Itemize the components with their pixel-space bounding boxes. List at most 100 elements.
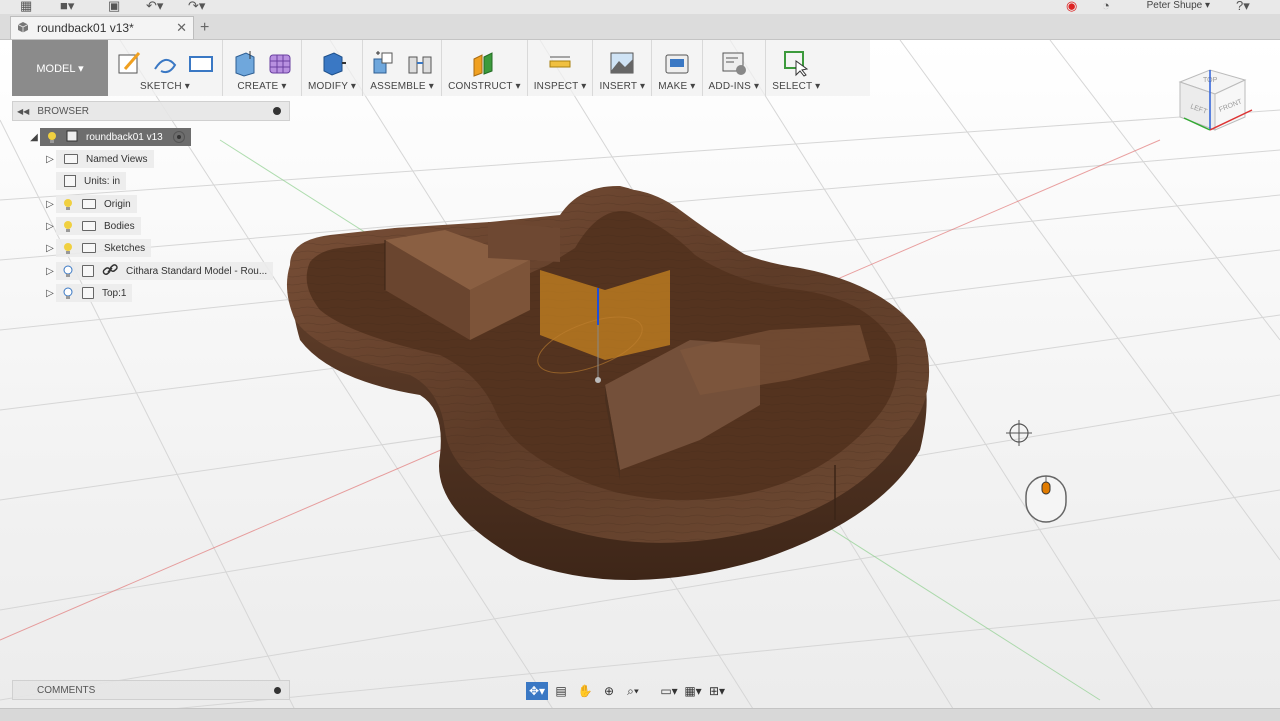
extrude-icon[interactable] <box>229 48 259 78</box>
browser-root-item[interactable]: ◢ roundback01 v13 <box>28 128 191 146</box>
user-name[interactable]: Peter Shupe ▾ <box>1147 0 1210 11</box>
help-icon[interactable]: ?▾ <box>1236 0 1250 14</box>
bottom-status-bar <box>0 708 1280 721</box>
ground-grid <box>0 40 1280 708</box>
document-title: roundback01 v13* <box>37 21 134 35</box>
browser-item-named-views[interactable]: ▷ Named Views <box>44 150 154 168</box>
rectangle-icon[interactable] <box>186 48 216 78</box>
folder-icon <box>64 154 78 164</box>
sketch-group[interactable]: SKETCH ▾ <box>108 40 223 96</box>
guitar-body-model <box>286 185 930 581</box>
zoom-window-icon[interactable]: ⌕▾ <box>622 682 644 700</box>
create-sketch-icon[interactable] <box>114 48 144 78</box>
collapse-panel-icon[interactable]: ◀◀ <box>17 107 29 116</box>
mouse-middle-button-icon <box>1024 474 1068 529</box>
select-group[interactable]: SELECT ▾ <box>766 40 826 96</box>
visibility-bulb-icon[interactable] <box>62 242 74 254</box>
browser-item-top-component[interactable]: ▷ Top:1 <box>44 284 133 302</box>
scripts-addins-icon[interactable] <box>719 48 749 78</box>
undo-icon[interactable]: ↶▾ <box>146 0 163 14</box>
pan-icon[interactable]: ✋ <box>574 682 596 700</box>
browser-item-linked-component[interactable]: ▷ Cithara Standard Model - Rou... <box>44 262 274 280</box>
browser-item-units[interactable]: Units: in <box>56 172 127 190</box>
document-tab-bar: roundback01 v13* ✕ + <box>0 14 1280 40</box>
history-icon[interactable]: ◔ <box>1102 0 1110 13</box>
offset-plane-icon[interactable] <box>469 48 499 78</box>
document-cube-icon <box>17 21 29 36</box>
inspect-menu-label[interactable]: INSPECT ▾ <box>534 81 587 92</box>
addins-menu-label[interactable]: ADD-INS ▾ <box>709 81 760 92</box>
workspace-switcher-button[interactable]: MODEL ▾ <box>12 40 108 96</box>
expand-triangle-icon[interactable]: ▷ <box>44 288 56 299</box>
view-cube[interactable]: TOP LEFT FRONT <box>1170 62 1260 142</box>
line-icon[interactable] <box>150 48 180 78</box>
create-group[interactable]: CREATE ▾ <box>223 40 302 96</box>
grid-settings-icon[interactable]: ▦▾ <box>682 682 704 700</box>
file-menu-icon[interactable]: ■▾ <box>60 0 74 14</box>
zoom-icon[interactable]: ⊕ <box>598 682 620 700</box>
visibility-bulb-off-icon[interactable] <box>62 265 74 277</box>
joint-icon[interactable] <box>405 48 435 78</box>
viewports-icon[interactable]: ⊞▾ <box>706 682 728 700</box>
inspect-group[interactable]: INSPECT ▾ <box>528 40 594 96</box>
create-menu-label[interactable]: CREATE ▾ <box>237 81 286 92</box>
expand-triangle-icon[interactable]: ▷ <box>44 154 56 165</box>
item-label: Top:1 <box>102 287 127 299</box>
link-icon <box>102 263 118 279</box>
browser-item-origin[interactable]: ▷ Origin <box>44 195 137 213</box>
print-3d-icon[interactable] <box>662 48 692 78</box>
insert-group[interactable]: INSERT ▾ <box>593 40 653 96</box>
item-label: Units: in <box>84 175 121 187</box>
expand-triangle-icon[interactable]: ▷ <box>44 221 56 232</box>
visibility-bulb-icon[interactable] <box>62 220 74 232</box>
canvas-viewport[interactable] <box>0 40 1280 708</box>
assemble-menu-label[interactable]: ASSEMBLE ▾ <box>370 81 434 92</box>
construct-menu-label[interactable]: CONSTRUCT ▾ <box>448 81 521 92</box>
document-tab[interactable]: roundback01 v13* ✕ <box>10 16 194 39</box>
save-icon[interactable]: ▣ <box>108 0 120 14</box>
select-menu-label[interactable]: SELECT ▾ <box>772 81 820 92</box>
make-menu-label[interactable]: MAKE ▾ <box>658 81 695 92</box>
grid-menu-icon[interactable]: ▦ <box>20 0 32 14</box>
insert-image-icon[interactable] <box>607 48 637 78</box>
measure-icon[interactable] <box>545 48 575 78</box>
modify-menu-label[interactable]: MODIFY ▾ <box>308 81 356 92</box>
redo-icon[interactable]: ↷▾ <box>188 0 205 14</box>
new-tab-button[interactable]: + <box>200 19 209 37</box>
browser-panel-header[interactable]: ◀◀ BROWSER <box>12 101 290 121</box>
assemble-group[interactable]: ASSEMBLE ▾ <box>363 40 443 96</box>
browser-item-bodies[interactable]: ▷ Bodies <box>44 217 141 235</box>
visibility-bulb-off-icon[interactable] <box>62 287 74 299</box>
sketch-menu-label[interactable]: SKETCH ▾ <box>140 81 190 92</box>
expand-triangle-icon[interactable]: ▷ <box>44 199 56 210</box>
press-pull-icon[interactable] <box>317 48 347 78</box>
comments-panel[interactable]: COMMENTS <box>12 680 290 700</box>
item-label: Named Views <box>86 153 148 165</box>
display-settings-icon[interactable]: ▭▾ <box>658 682 680 700</box>
insert-menu-label[interactable]: INSERT ▾ <box>599 81 645 92</box>
select-icon[interactable] <box>781 48 811 78</box>
panel-pin-icon[interactable] <box>273 107 281 115</box>
root-component-label: roundback01 v13 <box>86 131 163 143</box>
look-at-icon[interactable]: ▤ <box>550 682 572 700</box>
expand-triangle-icon[interactable]: ▷ <box>44 266 56 277</box>
construct-group[interactable]: CONSTRUCT ▾ <box>442 40 528 96</box>
addins-group[interactable]: ADD-INS ▾ <box>703 40 767 96</box>
expand-triangle-icon[interactable]: ▷ <box>44 243 56 254</box>
make-group[interactable]: MAKE ▾ <box>652 40 703 96</box>
new-component-icon[interactable] <box>369 48 399 78</box>
item-label: Cithara Standard Model - Rou... <box>126 265 268 277</box>
form-icon[interactable] <box>265 48 295 78</box>
modify-group[interactable]: MODIFY ▾ <box>302 40 364 96</box>
item-label: Bodies <box>104 220 135 232</box>
browser-item-sketches[interactable]: ▷ Sketches <box>44 239 152 257</box>
orbit-tool-icon[interactable]: ✥▾ <box>526 682 548 700</box>
add-comment-icon[interactable] <box>274 686 281 694</box>
visibility-bulb-icon[interactable] <box>62 198 74 210</box>
close-tab-icon[interactable]: ✕ <box>176 20 187 36</box>
collapse-triangle-icon[interactable]: ◢ <box>28 132 40 143</box>
activate-radio-icon[interactable] <box>172 131 185 143</box>
visibility-bulb-icon[interactable] <box>46 131 58 143</box>
document-icon <box>66 130 78 145</box>
record-icon[interactable]: ◉ <box>1066 0 1077 14</box>
